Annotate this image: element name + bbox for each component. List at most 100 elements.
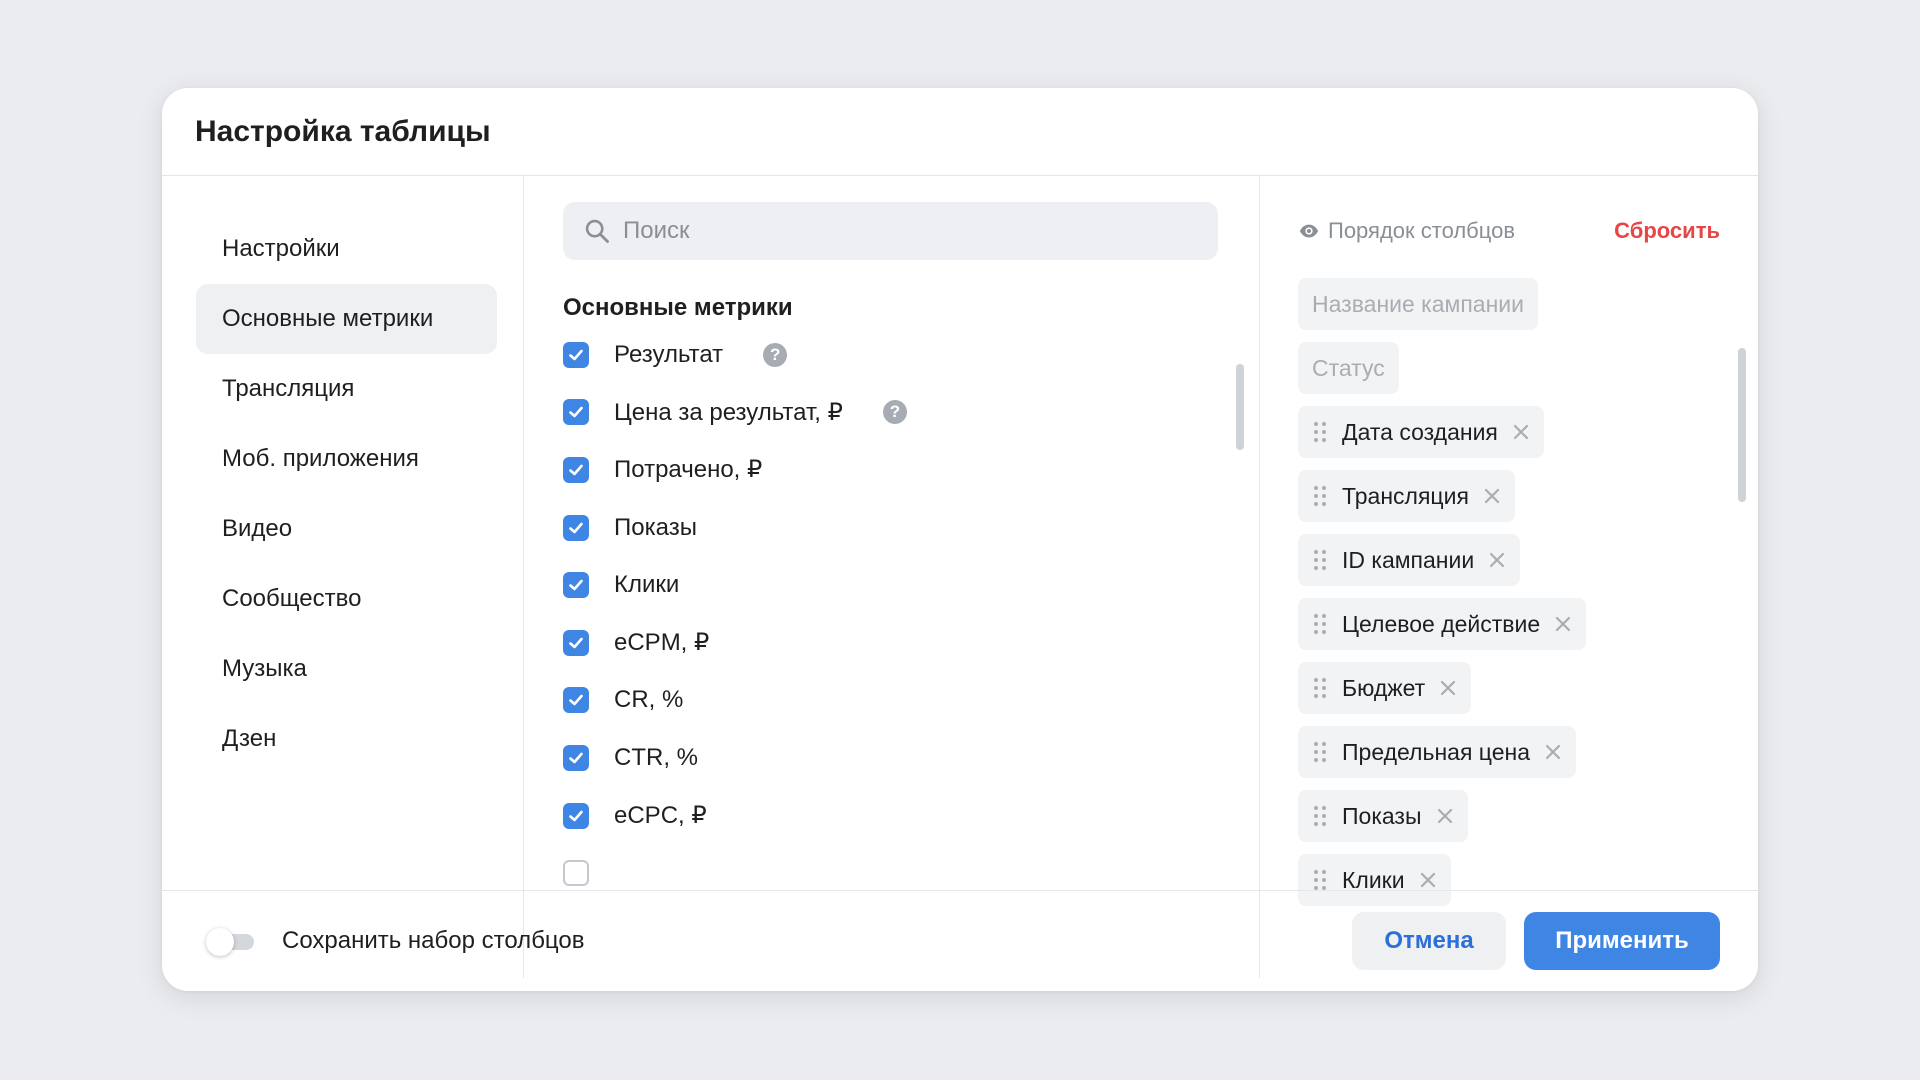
checkbox-checked[interactable] [563,456,589,483]
close-icon[interactable] [1483,487,1501,505]
search-box[interactable] [563,202,1218,260]
help-icon[interactable]: ? [763,342,788,367]
close-icon[interactable] [1419,871,1437,889]
list-item[interactable]: eCPM, ₽ [563,614,1203,672]
toggle-thumb [206,928,234,956]
metrics-panel: Основные метрики Результат ? Цена за рез… [524,176,1260,978]
column-tag[interactable]: ID кампании [1298,534,1521,586]
column-tag[interactable]: Бюджет [1298,662,1472,714]
metrics-scrollbar[interactable] [1236,364,1244,450]
drag-handle-icon[interactable] [1312,740,1328,764]
column-tag[interactable]: Показы [1298,790,1468,842]
list-item[interactable]: Клики [563,556,1203,614]
metric-label: CR, % [614,686,684,714]
drag-handle-icon[interactable] [1312,868,1328,892]
column-tag[interactable]: Дата создания [1298,406,1544,458]
column-list: Название кампании Статус Дата создания Т… [1298,278,1587,918]
sidebar-item-mobile-apps[interactable]: Моб. приложения [196,424,497,494]
checkmark-icon [569,752,583,764]
table-settings-dialog: Настройка таблицы Настройки Основные мет… [162,88,1758,991]
list-item[interactable]: Результат ? [563,326,1203,384]
checkmark-icon [569,349,583,361]
column-order-scrollbar[interactable] [1738,348,1746,502]
column-tag-label: Трансляция [1342,482,1469,509]
dialog-body: Настройки Основные метрики Трансляция Мо… [170,176,1758,978]
checkmark-icon [569,407,583,418]
list-item[interactable]: Потрачено, ₽ [563,441,1203,499]
metric-label: Показы [614,513,697,541]
close-icon[interactable] [1512,423,1530,441]
sidebar-item-main-metrics[interactable]: Основные метрики [196,284,497,354]
eye-icon [1299,224,1319,238]
checkbox-checked[interactable] [563,341,589,368]
column-tag-label: Предельная цена [1342,738,1530,765]
column-tag-label: Показы [1342,802,1422,829]
column-order-text: Порядок столбцов [1328,218,1516,243]
metric-label: eCPM, ₽ [614,629,710,657]
sidebar-item-dzen[interactable]: Дзен [196,704,497,774]
drag-handle-icon[interactable] [1312,484,1328,508]
column-tag-fixed: Название кампании [1298,278,1538,330]
close-icon[interactable] [1488,551,1506,569]
checkmark-icon [569,464,583,476]
sidebar-item-broadcast[interactable]: Трансляция [196,354,497,424]
reset-button[interactable]: Сбросить [1614,218,1720,244]
column-tag[interactable]: Трансляция [1298,470,1515,522]
list-item[interactable]: CR, % [563,672,1203,730]
column-tag[interactable]: Целевое действие [1298,598,1587,650]
dialog-footer: Сохранить набор столбцов Отмена Применит… [162,890,1758,991]
list-item[interactable]: eCPC, ₽ [563,787,1203,845]
save-columns-toggle[interactable] [206,927,256,956]
column-order-label: Порядок столбцов [1298,218,1515,244]
checkbox-checked[interactable] [563,399,589,426]
checkbox-unchecked[interactable] [563,860,589,887]
close-icon[interactable] [1554,615,1572,633]
checkbox-checked[interactable] [563,687,589,714]
checkbox-checked[interactable] [563,514,589,541]
column-tag-label: ID кампании [1342,546,1475,573]
column-tag-label: Бюджет [1342,674,1426,701]
sidebar-item-community[interactable]: Сообщество [196,564,497,634]
column-order-header: Порядок столбцов Сбросить [1298,218,1720,244]
column-tag[interactable]: Предельная цена [1298,726,1576,778]
apply-button[interactable]: Применить [1524,912,1720,970]
checkbox-checked[interactable] [563,802,589,829]
sidebar-item-music[interactable]: Музыка [196,634,497,704]
drag-handle-icon[interactable] [1312,612,1328,636]
checkbox-checked[interactable] [563,572,589,599]
metric-label: Потрачено, ₽ [614,456,763,484]
metric-label: CTR, % [614,743,698,771]
search-icon [585,219,609,243]
drag-handle-icon[interactable] [1312,548,1328,572]
drag-handle-icon[interactable] [1312,804,1328,828]
checkbox-checked[interactable] [563,629,589,656]
close-icon[interactable] [1439,679,1457,697]
cancel-button[interactable]: Отмена [1352,912,1506,970]
column-order-panel: Порядок столбцов Сбросить Название кампа… [1260,176,1758,978]
metric-list: Результат ? Цена за результат, ₽ ? Потра… [563,326,1203,902]
dialog-title: Настройка таблицы [195,114,491,148]
close-icon[interactable] [1544,743,1562,761]
help-icon[interactable]: ? [882,400,907,425]
metric-label: Клики [614,571,680,599]
metric-label: eCPC, ₽ [614,802,707,830]
dialog-header: Настройка таблицы [162,88,1758,176]
sidebar-item-video[interactable]: Видео [196,494,497,564]
metric-label: Цена за результат, ₽ [614,398,843,426]
checkmark-icon [569,695,583,706]
list-item[interactable]: Показы [563,499,1203,557]
list-item[interactable]: Цена за результат, ₽ ? [563,384,1203,442]
search-input[interactable] [623,217,1183,245]
sidebar-item-settings[interactable]: Настройки [196,214,497,284]
checkmark-icon [569,522,583,533]
save-columns-label: Сохранить набор столбцов [282,927,585,954]
close-icon[interactable] [1436,807,1454,825]
list-item[interactable]: CTR, % [563,729,1203,787]
column-tag-fixed: Статус [1298,342,1399,394]
drag-handle-icon[interactable] [1312,676,1328,700]
checkmark-icon [569,579,583,591]
drag-handle-icon[interactable] [1312,420,1328,444]
checkbox-checked[interactable] [563,744,589,771]
metrics-section-title: Основные метрики [563,294,793,321]
checkmark-icon [569,637,583,649]
